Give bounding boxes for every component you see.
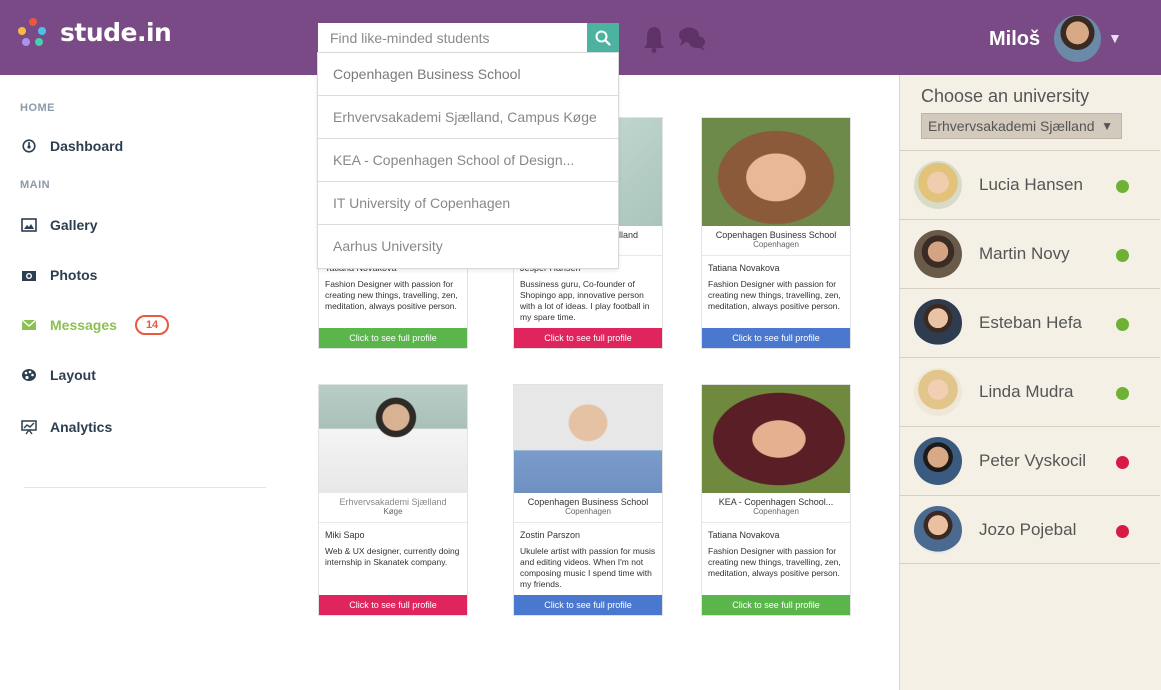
sidebar-item-label: Dashboard — [50, 138, 124, 154]
card-school: Copenhagen Business School Copenhagen — [702, 226, 850, 256]
student-card: Copenhagen Business School Copenhagen Tat… — [701, 117, 851, 349]
sidebar-item-label: Gallery — [50, 217, 98, 233]
student-card: Erhvervsakademi Sjælland Køge Miki Sapo W… — [318, 384, 468, 616]
suggestion-item[interactable]: Aarhus University — [318, 225, 618, 268]
sidebar-item-label: Layout — [50, 367, 96, 383]
sidebar-item-messages[interactable]: Messages 14 — [20, 313, 170, 337]
student-name: Zostin Parszon — [520, 530, 581, 540]
student-bio: Fashion Designer with passion for creati… — [325, 279, 458, 311]
envelope-icon — [20, 316, 38, 334]
status-offline-dot — [1116, 456, 1129, 469]
user-list-item[interactable]: Jozo Pojebal — [900, 495, 1160, 564]
palette-icon — [20, 366, 38, 384]
user-name: Martin Novy — [979, 244, 1070, 263]
avatar — [914, 506, 962, 554]
card-school: KEA - Copenhagen School... Copenhagen — [702, 493, 850, 523]
student-card: Copenhagen Business School Copenhagen Zos… — [513, 384, 663, 616]
status-offline-dot — [1116, 525, 1129, 538]
logo-icon[interactable] — [18, 18, 48, 48]
user-avatar[interactable] — [1054, 15, 1101, 62]
status-online-dot — [1116, 180, 1129, 193]
user-list-item[interactable]: Peter Vyskocil — [900, 426, 1160, 495]
card-school: Copenhagen Business School Copenhagen — [514, 493, 662, 523]
sidebar-item-gallery[interactable]: Gallery — [20, 213, 97, 237]
suggestion-item[interactable]: Copenhagen Business School — [318, 53, 618, 96]
view-profile-button[interactable]: Click to see full profile — [514, 595, 662, 615]
analytics-icon — [20, 418, 38, 436]
student-bio: Fashion Designer with passion for creati… — [708, 546, 841, 578]
student-photo — [702, 385, 850, 493]
camera-icon — [20, 266, 38, 284]
view-profile-button[interactable]: Click to see full profile — [702, 595, 850, 615]
suggestion-item[interactable]: IT University of Copenhagen — [318, 182, 618, 225]
student-bio: Web & UX designer, currently doing inter… — [325, 546, 460, 567]
avatar — [914, 299, 962, 347]
university-panel: Choose an university Erhvervsakademi Sjæ… — [899, 75, 1161, 690]
avatar — [914, 437, 962, 485]
section-label-home: HOME — [20, 102, 55, 114]
user-list-item[interactable]: Esteban Hefa — [900, 288, 1160, 357]
user-name: Esteban Hefa — [979, 313, 1083, 332]
user-list-item[interactable]: Linda Mudra — [900, 357, 1160, 426]
avatar — [914, 368, 962, 416]
brand-name[interactable]: stude.in — [60, 18, 172, 47]
chat-icon[interactable] — [678, 26, 706, 52]
student-photo — [514, 385, 662, 493]
sidebar-item-layout[interactable]: Layout — [20, 363, 96, 387]
student-bio: Fashion Designer with passion for creati… — [708, 279, 841, 311]
status-online-dot — [1116, 318, 1129, 331]
user-list-item[interactable]: Lucia Hansen — [900, 150, 1160, 219]
suggestion-item[interactable]: Erhvervsakademi Sjælland, Campus Køge — [318, 96, 618, 139]
sidebar-item-analytics[interactable]: Analytics — [20, 415, 112, 439]
student-name: Tatiana Novakova — [708, 530, 780, 540]
sidebar-item-label: Messages — [50, 317, 117, 333]
student-photo — [702, 118, 850, 226]
sidebar-item-photos[interactable]: Photos — [20, 263, 97, 287]
status-online-dot — [1116, 249, 1129, 262]
search-icon — [595, 30, 611, 46]
view-profile-button[interactable]: Click to see full profile — [702, 328, 850, 348]
user-name: Peter Vyskocil — [979, 451, 1087, 470]
panel-title: Choose an university — [921, 86, 1090, 106]
chevron-down-icon: ▼ — [1101, 119, 1113, 133]
user-name: Jozo Pojebal — [979, 520, 1077, 539]
student-name: Miki Sapo — [325, 530, 365, 540]
sidebar-item-dashboard[interactable]: Dashboard — [20, 134, 123, 158]
view-profile-button[interactable]: Click to see full profile — [319, 595, 467, 615]
student-bio: Bussiness guru, Co-founder of Shopingo a… — [520, 279, 650, 322]
user-name: Linda Mudra — [979, 382, 1074, 401]
sidebar-divider — [24, 487, 266, 488]
view-profile-button[interactable]: Click to see full profile — [514, 328, 662, 348]
dashboard-icon — [20, 137, 38, 155]
university-select[interactable]: Erhvervsakademi Sjælland ▼ — [921, 113, 1122, 139]
view-profile-button[interactable]: Click to see full profile — [319, 328, 467, 348]
sidebar-item-label: Photos — [50, 267, 98, 283]
user-name: Lucia Hansen — [979, 175, 1083, 194]
sidebar-item-label: Analytics — [50, 419, 113, 435]
suggestion-item[interactable]: KEA - Copenhagen School of Design... — [318, 139, 618, 182]
username[interactable]: Miloš — [989, 28, 1040, 51]
search-input[interactable] — [318, 23, 588, 53]
selected-university: Erhvervsakademi Sjælland — [928, 118, 1095, 134]
avatar — [914, 230, 962, 278]
avatar — [914, 161, 962, 209]
student-photo — [319, 385, 467, 493]
status-online-dot — [1116, 387, 1129, 400]
card-school: Erhvervsakademi Sjælland Køge — [319, 493, 467, 523]
gallery-icon — [20, 216, 38, 234]
student-name: Tatiana Novakova — [708, 263, 780, 273]
messages-count-badge: 14 — [134, 315, 170, 335]
search-suggestions: Copenhagen Business School Erhvervsakade… — [317, 52, 619, 269]
user-list-item[interactable]: Martin Novy — [900, 219, 1160, 288]
search-button[interactable] — [587, 23, 619, 53]
student-card: KEA - Copenhagen School... Copenhagen Tat… — [701, 384, 851, 616]
chevron-down-icon[interactable]: ▼ — [1108, 30, 1122, 46]
sidebar: HOME Dashboard MAIN Gallery Photos Messa… — [0, 75, 290, 690]
student-bio: Ukulele artist with passion for musis an… — [520, 546, 656, 589]
bell-icon[interactable] — [642, 25, 666, 53]
section-label-main: MAIN — [20, 179, 51, 191]
